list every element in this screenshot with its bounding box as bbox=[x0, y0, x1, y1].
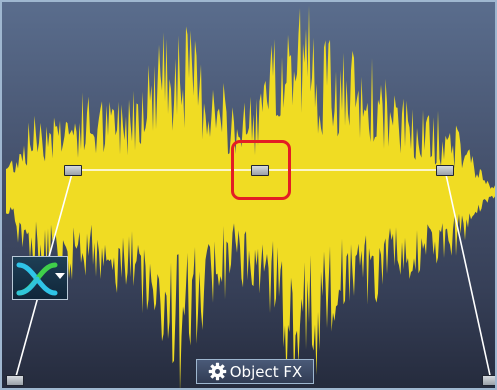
crossfade-button[interactable] bbox=[12, 256, 68, 300]
gear-icon bbox=[208, 362, 226, 381]
crossfade-icon bbox=[16, 262, 65, 296]
selection-highlight bbox=[231, 140, 291, 200]
fade-in-end-handle[interactable] bbox=[64, 165, 82, 176]
fade-in-start-handle[interactable] bbox=[6, 375, 24, 386]
audio-object[interactable]: Object FX bbox=[0, 0, 497, 390]
object-fx-label: Object FX bbox=[229, 362, 303, 381]
object-fx-button[interactable]: Object FX bbox=[196, 359, 314, 384]
fade-out-start-handle[interactable] bbox=[436, 165, 454, 176]
fade-out-end-handle[interactable] bbox=[482, 375, 495, 386]
